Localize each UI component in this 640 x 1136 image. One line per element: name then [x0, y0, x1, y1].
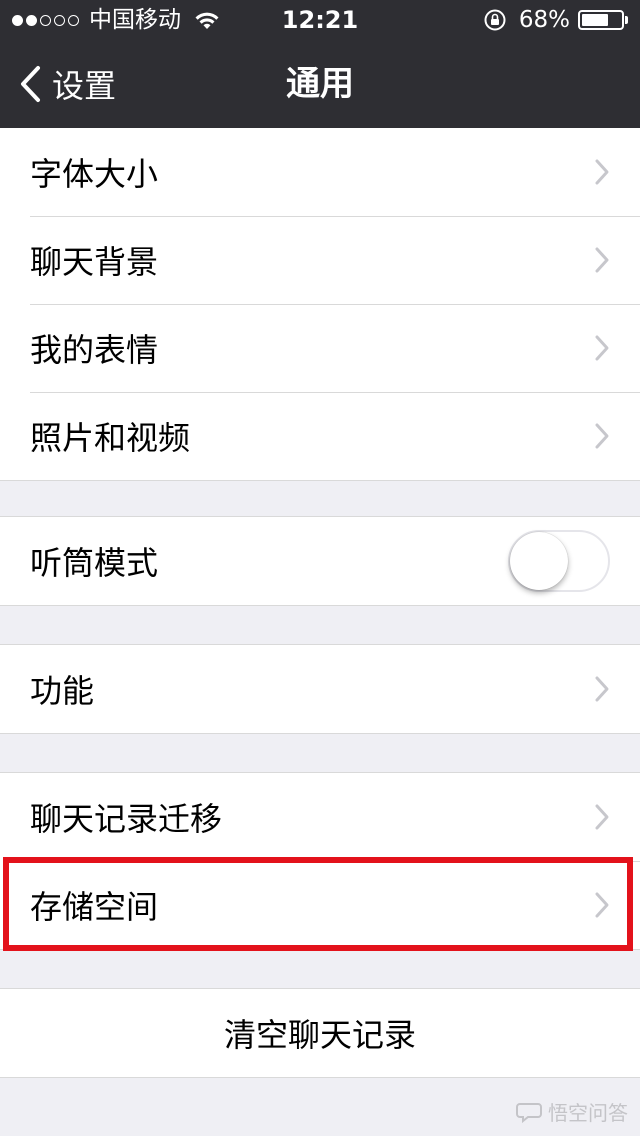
chevron-right-icon [595, 804, 609, 830]
row-label: 存储空间 [30, 888, 159, 926]
watermark-text: 悟空问答 [548, 1101, 628, 1125]
status-right: 68% [483, 5, 628, 35]
storage-space-row[interactable]: 存储空间 [0, 861, 640, 949]
storage-group: 聊天记录迁移 存储空间 [0, 772, 640, 950]
row-label: 我的表情 [30, 331, 159, 369]
page-title: 通用 [286, 64, 354, 104]
toggle-knob [510, 532, 568, 590]
rotation-lock-icon [484, 9, 506, 31]
font-size-row[interactable]: 字体大小 [0, 128, 640, 216]
chat-migration-row[interactable]: 聊天记录迁移 [0, 773, 640, 861]
chevron-right-icon [595, 423, 609, 449]
earpiece-mode-group: 听筒模式 [0, 516, 640, 606]
status-bar: 中国移动 12:21 68% [0, 0, 640, 40]
row-label: 聊天记录迁移 [30, 800, 223, 838]
battery-icon [578, 10, 624, 30]
battery-fill [582, 14, 608, 26]
features-row[interactable]: 功能 [0, 645, 640, 733]
row-label: 听筒模式 [30, 544, 159, 582]
earpiece-mode-toggle[interactable] [508, 530, 610, 592]
header: 中国移动 12:21 68% 设置 通用 [0, 0, 640, 128]
navigation-bar: 设置 通用 [0, 40, 640, 128]
earpiece-mode-row: 听筒模式 [0, 517, 640, 605]
features-group: 功能 [0, 644, 640, 734]
display-settings-group: 字体大小 聊天背景 我的表情 照片和视频 [0, 128, 640, 481]
my-stickers-row[interactable]: 我的表情 [0, 304, 640, 392]
chevron-right-icon [595, 247, 609, 273]
speech-bubble-icon [516, 1102, 542, 1123]
chevron-right-icon [595, 335, 609, 361]
watermark: 悟空问答 [516, 1097, 628, 1126]
row-label: 功能 [30, 672, 95, 710]
clear-history-group: 清空聊天记录 [0, 988, 640, 1078]
battery-cap [625, 16, 628, 24]
clear-chat-history-button[interactable]: 清空聊天记录 [0, 989, 640, 1077]
chat-background-row[interactable]: 聊天背景 [0, 216, 640, 304]
row-label: 聊天背景 [30, 243, 159, 281]
row-label: 字体大小 [30, 155, 159, 193]
row-label: 照片和视频 [30, 419, 191, 457]
photos-videos-row[interactable]: 照片和视频 [0, 392, 640, 480]
battery-percent: 68% [518, 7, 570, 33]
chevron-right-icon [595, 676, 609, 702]
clear-chat-history-label: 清空聊天记录 [223, 1016, 416, 1054]
chevron-right-icon [595, 159, 609, 185]
chevron-right-icon [595, 892, 609, 918]
